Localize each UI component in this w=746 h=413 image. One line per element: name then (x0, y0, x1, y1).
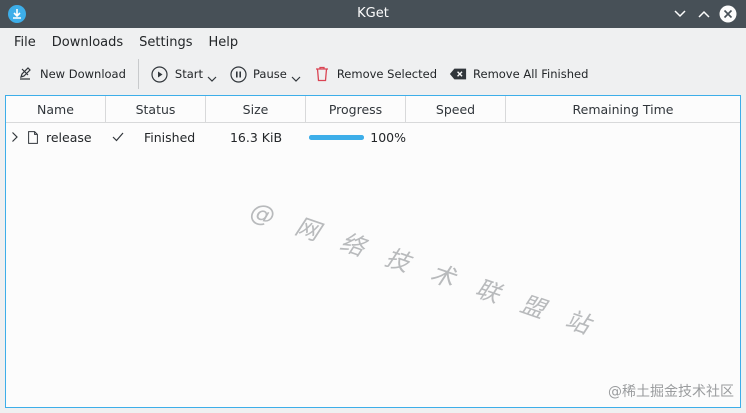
menu-settings[interactable]: Settings (131, 35, 200, 50)
chevron-down-icon[interactable] (207, 71, 217, 85)
play-icon (151, 65, 169, 83)
column-header-progress[interactable]: Progress (306, 96, 406, 122)
pause-icon (229, 65, 247, 83)
chevron-down-icon[interactable] (291, 71, 301, 85)
maximize-button[interactable] (694, 4, 714, 24)
clear-icon (449, 65, 467, 83)
new-download-label: New Download (40, 67, 126, 81)
column-header-remaining-time[interactable]: Remaining Time (506, 96, 740, 122)
window-title: KGet (357, 6, 389, 21)
title-bar: KGet (0, 0, 746, 28)
column-header-size[interactable]: Size (206, 96, 306, 122)
new-document-icon (16, 65, 34, 83)
size-cell: 16.3 KiB (229, 129, 283, 145)
file-name: release (46, 129, 92, 145)
column-header-name[interactable]: Name (6, 96, 106, 122)
chevron-up-icon (698, 10, 710, 18)
remove-all-finished-button[interactable]: Remove All Finished (443, 60, 594, 88)
checkmark-icon (112, 132, 124, 142)
menu-help[interactable]: Help (201, 35, 247, 50)
table-header: Name Status Size Progress Speed Remainin… (6, 96, 740, 123)
pause-label: Pause (253, 67, 287, 81)
chevron-down-icon (674, 10, 686, 18)
close-icon (719, 5, 737, 23)
minimize-button[interactable] (670, 4, 690, 24)
progress-bar-fill (309, 134, 365, 140)
status-cell: Finished (106, 123, 206, 151)
remove-selected-label: Remove Selected (336, 67, 438, 81)
menu-file[interactable]: File (6, 35, 44, 50)
new-download-button[interactable]: New Download (10, 60, 132, 88)
trash-icon (313, 65, 331, 83)
chevron-right-icon[interactable] (11, 131, 19, 143)
file-icon (28, 130, 38, 144)
column-header-status[interactable]: Status (106, 96, 206, 122)
progress-percent: 100% (370, 129, 406, 145)
toolbar: New Download Start Pause Remove Selected… (0, 58, 746, 90)
table-row[interactable]: release Finished 16.3 KiB 100% (6, 123, 740, 151)
progress-bar (309, 134, 365, 140)
remove-all-finished-label: Remove All Finished (473, 67, 589, 81)
remaining-time-cell (506, 123, 740, 151)
remove-selected-button[interactable]: Remove Selected (307, 60, 443, 88)
pause-button[interactable]: Pause (223, 60, 307, 88)
corner-watermark: @稀土掘金技术社区 (608, 384, 734, 400)
speed-cell (406, 123, 506, 151)
name-cell: release (6, 123, 106, 151)
toolbar-separator (137, 59, 139, 89)
close-button[interactable] (718, 4, 738, 24)
status-text: Finished (144, 129, 196, 145)
progress-cell: 100% (306, 123, 406, 151)
start-label: Start (174, 67, 203, 81)
menu-downloads[interactable]: Downloads (44, 35, 131, 50)
start-button[interactable]: Start (145, 60, 223, 88)
menu-bar: File Downloads Settings Help (0, 28, 746, 56)
column-header-speed[interactable]: Speed (406, 96, 506, 122)
